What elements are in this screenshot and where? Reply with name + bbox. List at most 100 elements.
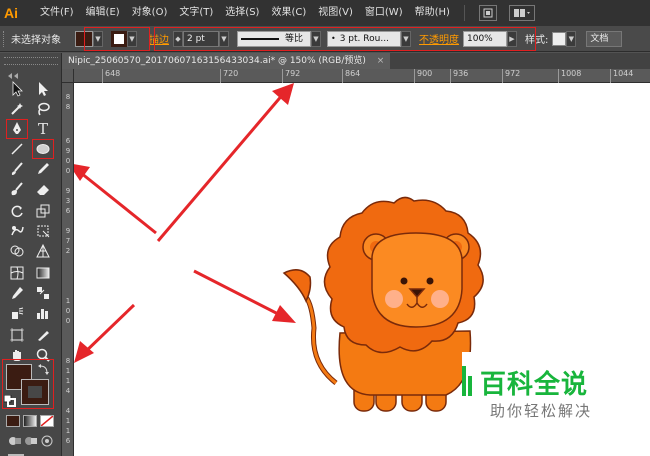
menu-help[interactable]: 帮助(H) — [409, 0, 456, 26]
mesh-tool-icon[interactable] — [6, 263, 28, 283]
menu-view[interactable]: 视图(V) — [312, 0, 359, 26]
document-tab-bar: Nipic_25060570_20170607163156433034.ai* … — [62, 53, 650, 69]
ruler-tick: 6 — [65, 137, 71, 145]
graphic-style-dropdown[interactable]: ▼ — [566, 30, 577, 47]
stroke-swatch[interactable] — [21, 379, 49, 405]
draw-inside-icon[interactable] — [40, 435, 54, 447]
watermark-title: 百科全说 — [480, 370, 589, 400]
menu-type[interactable]: 文字(T) — [173, 0, 219, 26]
default-fill-stroke-icon[interactable] — [3, 394, 16, 407]
ruler-tick: 4 — [65, 387, 71, 395]
paintbrush-tool-icon[interactable] — [6, 159, 28, 179]
shape-builder-tool-icon[interactable] — [6, 241, 28, 261]
ruler-tick: 792 — [282, 69, 300, 83]
direct-selection-tool-icon[interactable] — [32, 79, 54, 99]
watermark-subtitle: 助你轻松解决 — [490, 402, 593, 420]
ruler-tick: 0 — [65, 317, 71, 325]
color-mode-button[interactable] — [6, 415, 20, 427]
ruler-tick: 1 — [65, 377, 71, 385]
swap-fill-stroke-icon[interactable] — [38, 363, 50, 375]
menu-divider — [463, 5, 465, 21]
eyedropper-tool-icon[interactable] — [6, 283, 28, 303]
ruler-tick: 1 — [65, 427, 71, 435]
column-graph-tool-icon[interactable] — [32, 303, 54, 323]
ruler-tick: 0 — [65, 167, 71, 175]
pen-tool-icon[interactable] — [6, 119, 28, 139]
arrange-documents-icon[interactable] — [508, 5, 535, 21]
control-bar-grip[interactable] — [3, 30, 7, 47]
gradient-mode-button[interactable] — [23, 415, 37, 427]
ruler-tick: 9 — [65, 187, 71, 195]
line-segment-tool-icon[interactable] — [6, 139, 28, 159]
blob-brush-tool-icon[interactable] — [6, 179, 28, 199]
menu-effect[interactable]: 效果(C) — [265, 0, 312, 26]
eraser-tool-icon[interactable] — [32, 179, 54, 199]
ruler-tick: 1008 — [558, 69, 581, 83]
gradient-tool-icon[interactable] — [32, 263, 54, 283]
ellipse-tool-icon[interactable] — [32, 139, 54, 159]
ruler-tick: 6 — [65, 437, 71, 445]
pencil-tool-icon[interactable] — [32, 159, 54, 179]
menu-select[interactable]: 选择(S) — [219, 0, 265, 26]
ruler-tick: 0 — [65, 307, 71, 315]
tools-panel-grip[interactable] — [4, 57, 58, 65]
draw-behind-icon[interactable] — [24, 435, 38, 447]
ruler-tick: 6 — [65, 207, 71, 215]
type-tool-icon[interactable]: T — [32, 119, 54, 139]
rotate-tool-icon[interactable] — [6, 201, 28, 221]
annotation-arrows — [74, 83, 296, 363]
ruler-tick: 8 — [65, 93, 71, 101]
bridge-icon[interactable] — [478, 5, 497, 21]
ruler-origin[interactable] — [62, 69, 74, 83]
lion-illustration — [282, 196, 484, 412]
watermark-logo-icon — [462, 366, 474, 396]
artboard-tool-icon[interactable] — [6, 325, 28, 345]
close-tab-icon[interactable]: × — [377, 56, 385, 66]
ruler-tick: 1 — [65, 297, 71, 305]
ruler-tick: 900 — [414, 69, 432, 83]
tools-panel: T — [0, 53, 62, 456]
app-logo: Ai — [4, 5, 18, 21]
ruler-tick: 4 — [65, 407, 71, 415]
draw-normal-icon[interactable] — [8, 435, 22, 447]
ruler-tick: 9 — [65, 147, 71, 155]
tools-panel-collapse[interactable] — [6, 71, 56, 79]
screen-mode-icon[interactable] — [8, 451, 24, 456]
menu-edit[interactable]: 编辑(E) — [80, 0, 126, 26]
graphic-style-swatch[interactable] — [552, 31, 567, 46]
document-tab[interactable]: Nipic_25060570_20170607163156433034.ai* … — [62, 53, 391, 69]
symbol-sprayer-tool-icon[interactable] — [6, 303, 28, 323]
ruler-tick: 972 — [502, 69, 520, 83]
vertical-ruler[interactable]: 8 8 6 9 0 0 9 3 6 9 7 2 1 0 0 8 1 1 4 4 … — [62, 83, 74, 456]
menu-bar: Ai 文件(F) 编辑(E) 对象(O) 文字(T) 选择(S) 效果(C) 视… — [0, 0, 650, 26]
slice-tool-icon[interactable] — [32, 325, 54, 345]
document-setup-button[interactable]: 文档 — [586, 30, 623, 47]
lasso-tool-icon[interactable] — [32, 99, 54, 119]
ruler-tick: 8 — [65, 357, 71, 365]
menu-object[interactable]: 对象(O) — [126, 0, 174, 26]
perspective-grid-tool-icon[interactable] — [32, 241, 54, 261]
scale-tool-icon[interactable] — [32, 201, 54, 221]
selection-tool-icon[interactable] — [6, 79, 28, 99]
free-transform-tool-icon[interactable] — [32, 221, 54, 241]
ruler-tick: 936 — [450, 69, 468, 83]
ruler-tick: 9 — [65, 227, 71, 235]
ruler-tick: 864 — [342, 69, 360, 83]
ruler-tick: 2 — [65, 247, 71, 255]
magic-wand-tool-icon[interactable] — [6, 99, 28, 119]
document-tab-title: Nipic_25060570_20170607163156433034.ai* … — [68, 56, 366, 66]
selection-status: 未选择对象 — [11, 35, 61, 46]
ruler-tick: 3 — [65, 197, 71, 205]
ruler-tick: 1 — [65, 367, 71, 375]
ruler-tick: 1 — [65, 417, 71, 425]
ruler-tick: 648 — [102, 69, 120, 83]
none-mode-button[interactable] — [40, 415, 54, 427]
menu-window[interactable]: 窗口(W) — [359, 0, 409, 26]
horizontal-ruler[interactable]: 648 720 792 864 900 936 972 1008 1044 — [74, 69, 650, 83]
menu-file[interactable]: 文件(F) — [34, 0, 80, 26]
blend-tool-icon[interactable] — [32, 283, 54, 303]
ruler-tick: 0 — [65, 157, 71, 165]
warp-tool-icon[interactable] — [6, 221, 28, 241]
highlight-stroke-options — [154, 27, 536, 51]
watermark: 百科全说 助你轻松解决 — [462, 352, 650, 456]
